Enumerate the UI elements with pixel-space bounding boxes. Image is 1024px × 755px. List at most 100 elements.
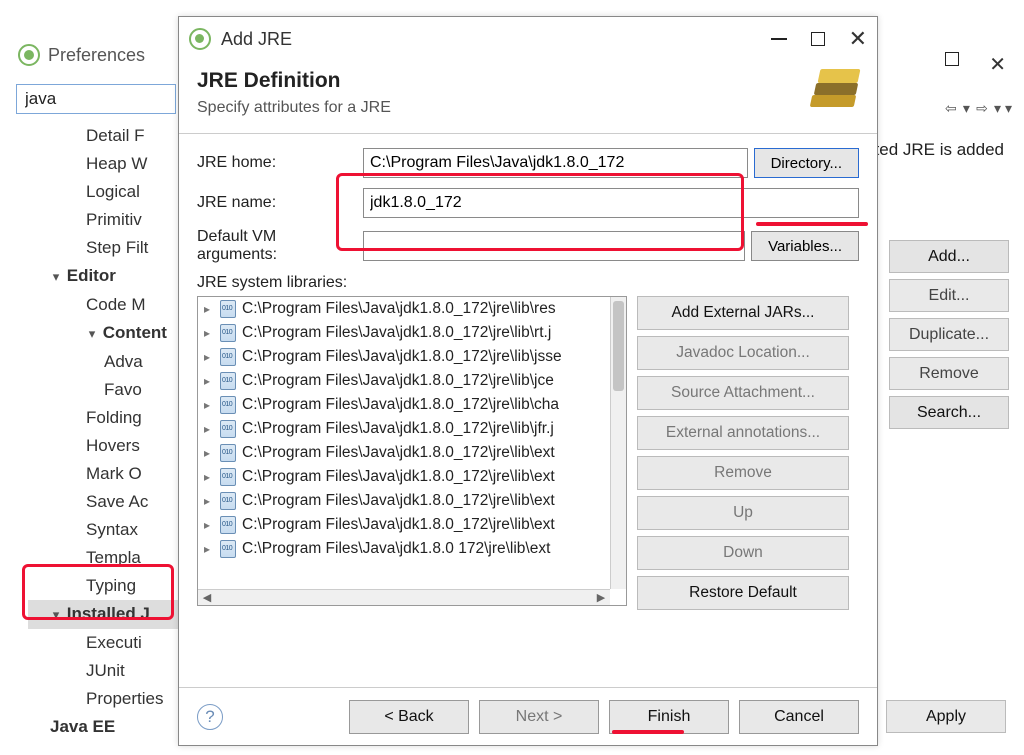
tree-item[interactable]: JUnit	[28, 657, 178, 685]
library-item[interactable]: ▸C:\Program Files\Java\jdk1.8.0_172\jre\…	[198, 513, 610, 537]
library-item[interactable]: ▸C:\Program Files\Java\jdk1.8.0_172\jre\…	[198, 489, 610, 513]
tree-item[interactable]: Heap W	[28, 150, 178, 178]
next-button: Next >	[479, 700, 599, 734]
dialog-body: JRE home: Directory... JRE name: Default…	[179, 134, 877, 687]
lib-down-button: Down	[637, 536, 849, 570]
bg-close-icon[interactable]: ✕	[989, 52, 1006, 77]
preferences-search-input[interactable]	[16, 84, 176, 114]
tree-item[interactable]: Hovers	[28, 432, 178, 460]
library-item[interactable]: ▸C:\Program Files\Java\jdk1.8.0_172\jre\…	[198, 441, 610, 465]
jar-icon	[220, 348, 236, 366]
external-annotations-button: External annotations...	[637, 416, 849, 450]
library-item[interactable]: ▸C:\Program Files\Java\jdk1.8.0_172\jre\…	[198, 417, 610, 441]
jre-side-buttons: Add... Edit... Duplicate... Remove Searc…	[889, 240, 1009, 429]
back-button[interactable]: < Back	[349, 700, 469, 734]
vm-args-input[interactable]	[363, 231, 745, 261]
jre-name-label: JRE name:	[197, 194, 357, 212]
tree-item[interactable]: Typing	[28, 572, 178, 600]
add-jre-button[interactable]: Add...	[889, 240, 1009, 273]
spring-icon	[189, 28, 211, 50]
tree-item[interactable]: Favo	[28, 376, 178, 404]
jar-icon	[220, 372, 236, 390]
javadoc-location-button: Javadoc Location...	[637, 336, 849, 370]
tree-item[interactable]: Folding	[28, 404, 178, 432]
fwd-arrow-icon[interactable]: ⇨	[974, 101, 990, 117]
duplicate-jre-button: Duplicate...	[889, 318, 1009, 351]
back-arrow-icon[interactable]: ⇦	[943, 101, 959, 117]
jar-icon	[220, 324, 236, 342]
jar-icon	[220, 444, 236, 462]
cancel-button[interactable]: Cancel	[739, 700, 859, 734]
search-jre-button[interactable]: Search...	[889, 396, 1009, 429]
tree-item[interactable]: Logical	[28, 178, 178, 206]
dialog-banner: JRE Definition Specify attributes for a …	[179, 61, 877, 134]
jre-home-input[interactable]	[363, 148, 748, 178]
bg-toolbar: ⇦▾ ⇨▾ ▾	[943, 100, 1012, 117]
source-attachment-button: Source Attachment...	[637, 376, 849, 410]
directory-button[interactable]: Directory...	[754, 148, 859, 178]
library-item[interactable]: ▸C:\Program Files\Java\jdk1.8.0_172\jre\…	[198, 297, 610, 321]
minimize-icon[interactable]	[771, 38, 787, 40]
tree-item[interactable]: Primitiv	[28, 206, 178, 234]
finish-button[interactable]: Finish	[609, 700, 729, 734]
jar-icon	[220, 468, 236, 486]
remove-jre-button: Remove	[889, 357, 1009, 390]
preferences-title: Preferences	[48, 45, 145, 66]
preferences-window: Preferences Detail FHeap WLogicalPrimiti…	[18, 44, 178, 741]
library-item[interactable]: ▸C:\Program Files\Java\jdk1.8.0_172\jre\…	[198, 465, 610, 489]
vertical-scrollbar[interactable]	[610, 297, 626, 589]
edit-jre-button: Edit...	[889, 279, 1009, 312]
dialog-heading: JRE Definition	[197, 69, 859, 93]
tree-item[interactable]: Syntax	[28, 516, 178, 544]
system-libraries-list[interactable]: ▸C:\Program Files\Java\jdk1.8.0_172\jre\…	[197, 296, 627, 606]
library-buttons: Add External JARs... Javadoc Location...…	[637, 296, 849, 610]
tree-item[interactable]: Step Filt	[28, 234, 178, 262]
library-item[interactable]: ▸C:\Program Files\Java\jdk1.8.0 172\jre\…	[198, 537, 610, 561]
lib-up-button: Up	[637, 496, 849, 530]
tree-item[interactable]: Mark O	[28, 460, 178, 488]
eclipse-icon	[18, 44, 40, 66]
library-item[interactable]: ▸C:\Program Files\Java\jdk1.8.0_172\jre\…	[198, 345, 610, 369]
tree-item[interactable]: Executi	[28, 629, 178, 657]
variables-button[interactable]: Variables...	[751, 231, 859, 261]
help-icon[interactable]: ?	[197, 704, 223, 730]
library-item[interactable]: ▸C:\Program Files\Java\jdk1.8.0_172\jre\…	[198, 321, 610, 345]
add-external-jars-button[interactable]: Add External JARs...	[637, 296, 849, 330]
jre-name-input[interactable]	[363, 188, 859, 218]
add-jre-dialog: Add JRE ✕ JRE Definition Specify attribu…	[178, 16, 878, 746]
vm-args-label: Default VM arguments:	[197, 228, 357, 264]
dialog-subheading: Specify attributes for a JRE	[197, 99, 859, 117]
preferences-tree[interactable]: Detail FHeap WLogicalPrimitivStep Filt▾ …	[18, 122, 178, 741]
jar-icon	[220, 540, 236, 558]
dialog-footer: ? < Back Next > Finish Cancel	[179, 687, 877, 745]
tree-item[interactable]: Save Ac	[28, 488, 178, 516]
bg-window-controls: ✕	[945, 52, 1006, 77]
tree-item[interactable]: ▾ Installed J	[28, 600, 178, 629]
books-icon	[805, 67, 863, 115]
jar-icon	[220, 300, 236, 318]
tree-item[interactable]: Code M	[28, 291, 178, 319]
jar-icon	[220, 396, 236, 414]
dialog-titlebar: Add JRE ✕	[179, 17, 877, 61]
tree-item[interactable]: Adva	[28, 348, 178, 376]
maximize-icon[interactable]	[811, 32, 825, 46]
tree-item[interactable]: Properties	[28, 685, 178, 713]
restore-default-button[interactable]: Restore Default	[637, 576, 849, 610]
library-item[interactable]: ▸C:\Program Files\Java\jdk1.8.0_172\jre\…	[198, 393, 610, 417]
close-icon[interactable]: ✕	[849, 32, 867, 46]
tree-item[interactable]: Java EE	[28, 713, 178, 741]
tree-item[interactable]: ▾ Editor	[28, 262, 178, 291]
tree-item[interactable]: ▾ Content	[28, 319, 178, 348]
library-item[interactable]: ▸C:\Program Files\Java\jdk1.8.0_172\jre\…	[198, 369, 610, 393]
dialog-title: Add JRE	[221, 29, 761, 50]
jre-home-label: JRE home:	[197, 154, 357, 172]
apply-button[interactable]: Apply	[886, 700, 1006, 733]
jar-icon	[220, 516, 236, 534]
jar-icon	[220, 420, 236, 438]
bg-maximize-icon[interactable]	[945, 52, 959, 66]
lib-remove-button: Remove	[637, 456, 849, 490]
tree-item[interactable]: Detail F	[28, 122, 178, 150]
tree-item[interactable]: Templa	[28, 544, 178, 572]
horizontal-scrollbar[interactable]: ◀▶	[198, 589, 610, 605]
jar-icon	[220, 492, 236, 510]
